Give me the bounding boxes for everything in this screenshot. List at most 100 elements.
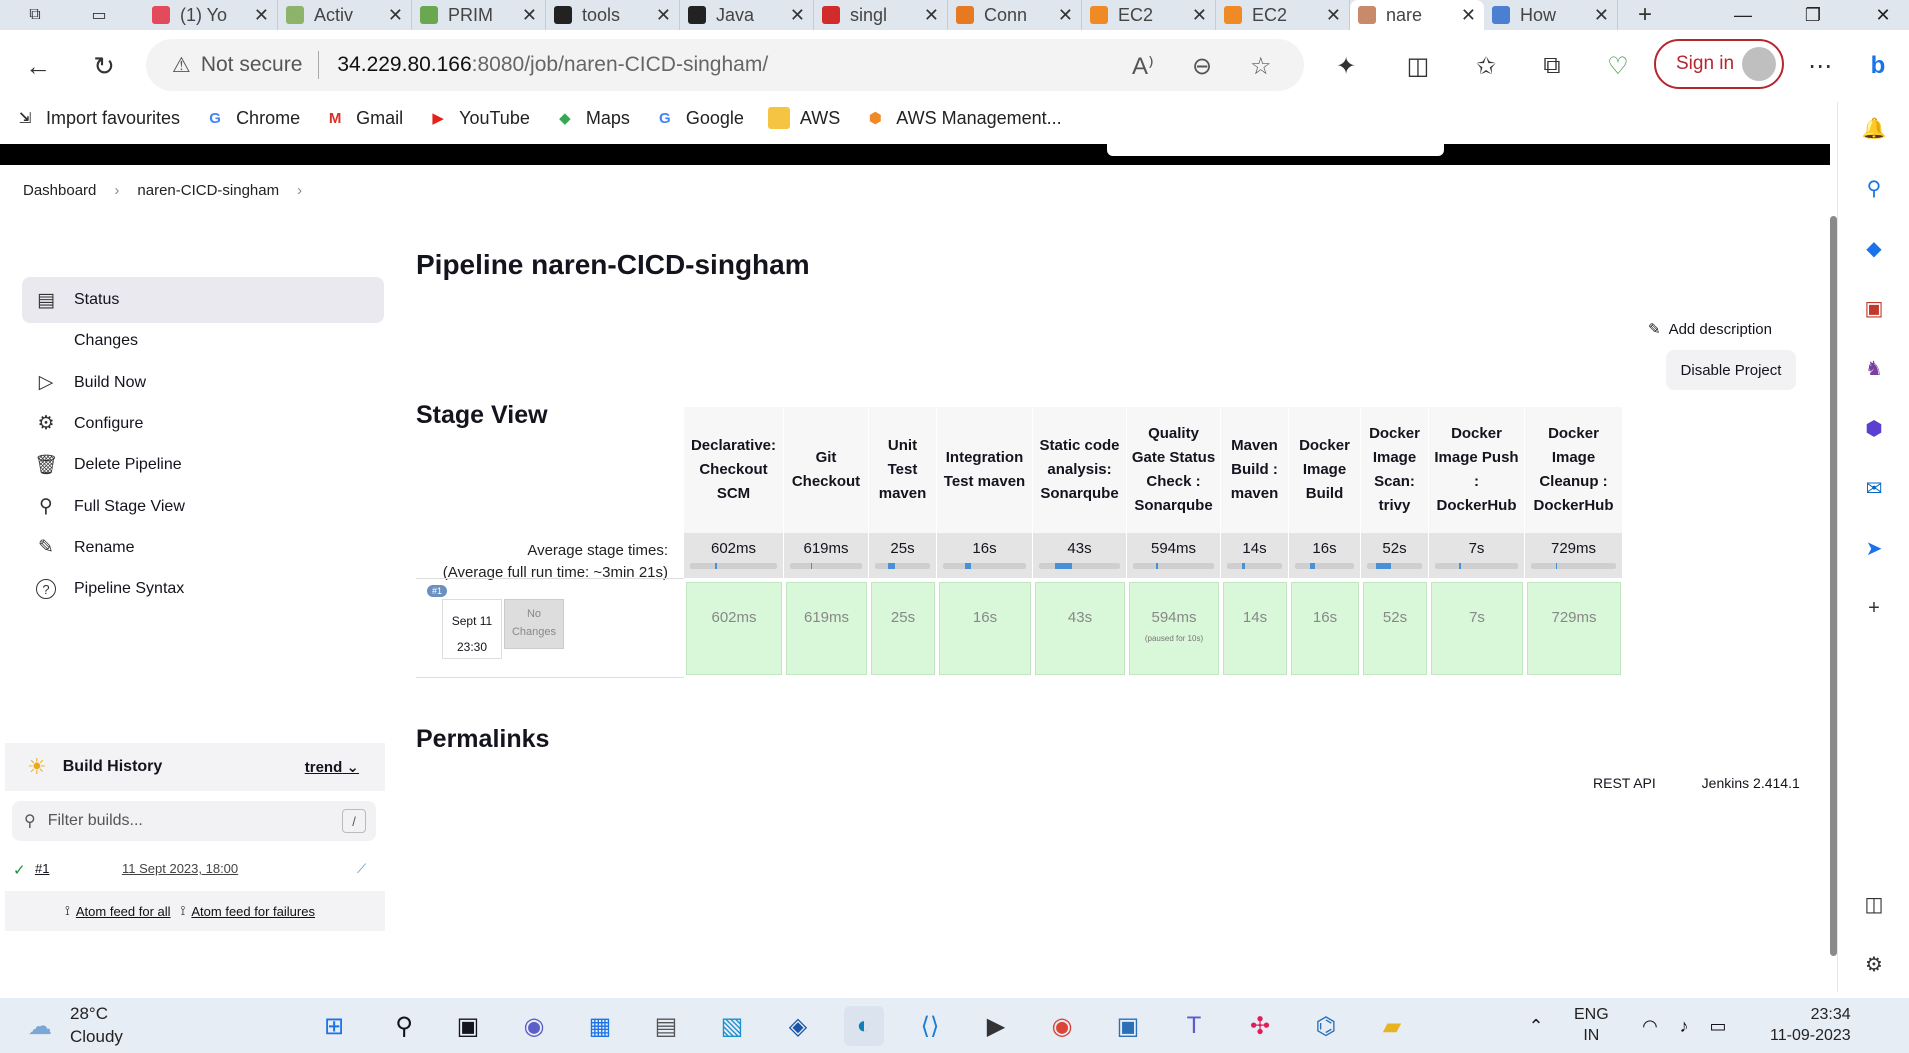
clock[interactable]: 23:34 11-09-2023 <box>1770 1004 1851 1046</box>
file-explorer-icon[interactable]: ▰ <box>1372 1006 1412 1046</box>
stage-run-cell[interactable]: 729ms <box>1527 582 1621 675</box>
bookmark-item[interactable]: ◆ Maps <box>554 107 630 129</box>
photos-icon[interactable]: ▧ <box>712 1006 752 1046</box>
extensions-icon[interactable]: ✦ <box>1328 48 1364 84</box>
search-icon[interactable]: ⚲ <box>384 1006 424 1046</box>
stage-run-cell[interactable]: 52s <box>1363 582 1427 675</box>
close-tab-icon[interactable]: ✕ <box>790 5 805 26</box>
sign-in-button[interactable]: Sign in <box>1654 39 1784 89</box>
close-tab-icon[interactable]: ✕ <box>1192 5 1207 26</box>
disable-project-button[interactable]: Disable Project <box>1666 350 1796 390</box>
stage-run-cell[interactable]: 594ms (paused for 10s) <box>1129 582 1219 675</box>
search-icon[interactable]: ⚲ <box>1860 174 1888 202</box>
tools-icon[interactable]: ▣ <box>1860 294 1888 322</box>
collections-icon[interactable]: ⧉ <box>1534 48 1570 84</box>
close-tab-icon[interactable]: ✕ <box>254 5 269 26</box>
build-date-box[interactable]: Sept 11 23:30 <box>442 599 502 659</box>
bookmark-item[interactable]: ⇲ Import favourites <box>14 107 180 129</box>
calculator-icon[interactable]: ▤ <box>646 1006 686 1046</box>
stage-run-cell[interactable]: 602ms <box>686 582 782 675</box>
sidebar-item-rename[interactable]: ✎ Rename <box>22 525 384 571</box>
weather-cloud-icon[interactable]: ☁ <box>20 1006 60 1046</box>
page-scrollbar[interactable] <box>1830 144 1837 992</box>
copilot-icon[interactable]: b <box>1860 48 1896 84</box>
build-badge[interactable]: #1 <box>427 585 448 597</box>
notifications-icon[interactable]: 🔔 <box>1860 114 1888 142</box>
store-icon[interactable]: ▦ <box>580 1006 620 1046</box>
shopping-tag-icon[interactable]: ◆ <box>1860 234 1888 262</box>
scrollbar-thumb[interactable] <box>1830 216 1837 956</box>
sidebar-item-configure[interactable]: ⚙ Configure <box>22 401 384 447</box>
sidebar-item-pipeline-syntax[interactable]: ? Pipeline Syntax <box>22 566 384 612</box>
browser-tab[interactable]: singl ✕ <box>814 0 948 30</box>
stage-run-cell[interactable]: 16s <box>939 582 1031 675</box>
add-description-button[interactable]: ✎ Add description <box>1648 320 1772 338</box>
start-icon[interactable]: ⊞ <box>314 1006 354 1046</box>
build-history-row[interactable]: ✓ #1 11 Sept 2023, 18:00 ⟋ <box>5 849 385 889</box>
language-indicator[interactable]: ENG IN <box>1574 1004 1609 1046</box>
breadcrumb-job[interactable]: naren-CICD-singham <box>137 182 279 199</box>
close-tab-icon[interactable]: ✕ <box>1594 5 1609 26</box>
maximize-icon[interactable]: ❐ <box>1778 0 1848 30</box>
terminal-icon[interactable]: ▶ <box>976 1006 1016 1046</box>
network-app-icon[interactable]: ⌬ <box>1306 1006 1346 1046</box>
browser-essentials-icon[interactable]: ♡ <box>1600 48 1636 84</box>
build-date-link[interactable]: 11 Sept 2023, 18:00 <box>122 861 238 876</box>
chevron-up-icon[interactable]: ⌃ <box>1516 1006 1556 1046</box>
browser-tab[interactable]: tools ✕ <box>546 0 680 30</box>
teams-icon[interactable]: T <box>1174 1006 1214 1046</box>
close-tab-icon[interactable]: ✕ <box>656 5 671 26</box>
vscode-icon[interactable]: ⟨⟩ <box>910 1006 950 1046</box>
browser-tab[interactable]: How ✕ <box>1484 0 1618 30</box>
jenkins-version-link[interactable]: Jenkins 2.414.1 <box>1702 775 1800 791</box>
stage-run-cell[interactable]: 43s <box>1035 582 1125 675</box>
browser-tab[interactable]: EC2 ✕ <box>1216 0 1350 30</box>
bookmark-item[interactable]: ▶ YouTube <box>427 107 530 129</box>
browser-tab[interactable]: Conn ✕ <box>948 0 1082 30</box>
sidebar-item-build-now[interactable]: ▷ Build Now <box>22 360 384 406</box>
close-tab-icon[interactable]: ✕ <box>1326 5 1341 26</box>
chat-icon[interactable]: ◉ <box>514 1006 554 1046</box>
filter-builds-input[interactable]: ⚲ Filter builds... / <box>12 801 376 841</box>
add-sidebar-icon[interactable]: + <box>1860 594 1888 622</box>
split-screen-icon[interactable]: ◫ <box>1400 48 1436 84</box>
sidebar-toggle-icon[interactable]: ◫ <box>1860 890 1888 918</box>
new-tab-icon[interactable]: + <box>1628 0 1662 30</box>
atom-feed-failures-link[interactable]: Atom feed for failures <box>191 904 315 919</box>
tab-actions-icon[interactable]: ▭ <box>82 0 116 30</box>
drop-icon[interactable]: ➤ <box>1860 534 1888 562</box>
microsoft365-icon[interactable]: ⬢ <box>1860 414 1888 442</box>
read-aloud-icon[interactable]: A⁾ <box>1132 52 1154 81</box>
minimize-icon[interactable]: — <box>1708 0 1778 30</box>
workspaces-icon[interactable]: ⧉ <box>18 0 52 30</box>
bookmark-item[interactable]: M Gmail <box>324 107 403 129</box>
stage-run-cell[interactable]: 14s <box>1223 582 1287 675</box>
browser-tab[interactable]: EC2 ✕ <box>1082 0 1216 30</box>
bookmark-item[interactable]: ⬢ AWS Management... <box>864 107 1062 129</box>
back-icon[interactable]: ← <box>18 46 58 86</box>
slack-icon[interactable]: ✣ <box>1240 1006 1280 1046</box>
bookmark-item[interactable]: G Google <box>654 107 744 129</box>
zoom-out-icon[interactable]: ⊖ <box>1192 52 1212 81</box>
atom-feed-all-link[interactable]: Atom feed for all <box>76 904 171 919</box>
chrome-icon[interactable]: ◉ <box>1042 1006 1082 1046</box>
bookmark-item[interactable]: AWS <box>767 107 840 129</box>
browser-tab[interactable]: Java ✕ <box>680 0 814 30</box>
sidebar-item-delete-pipeline[interactable]: 🗑 Delete Pipeline <box>22 442 384 488</box>
close-tab-icon[interactable]: ✕ <box>522 5 537 26</box>
browser-tab[interactable]: (1) Yo ✕ <box>144 0 278 30</box>
close-tab-icon[interactable]: ✕ <box>1461 5 1476 26</box>
battery-icon[interactable]: ▭ <box>1698 1006 1738 1046</box>
stage-run-cell[interactable]: 16s <box>1291 582 1359 675</box>
settings-icon[interactable]: ⚙ <box>1860 950 1888 978</box>
header-search-box[interactable] <box>1107 144 1444 156</box>
trend-link[interactable]: trend ⌄ <box>305 758 359 776</box>
outlook-icon[interactable]: ✉ <box>1860 474 1888 502</box>
close-window-icon[interactable]: ✕ <box>1848 0 1909 30</box>
stage-run-cell[interactable]: 619ms <box>786 582 867 675</box>
close-tab-icon[interactable]: ✕ <box>1058 5 1073 26</box>
browser-tab[interactable]: PRIM ✕ <box>412 0 546 30</box>
remote-desktop-icon[interactable]: ▣ <box>1108 1006 1148 1046</box>
task-view-icon[interactable]: ▣ <box>448 1006 488 1046</box>
browser-tab[interactable]: nare ✕ <box>1350 0 1484 30</box>
